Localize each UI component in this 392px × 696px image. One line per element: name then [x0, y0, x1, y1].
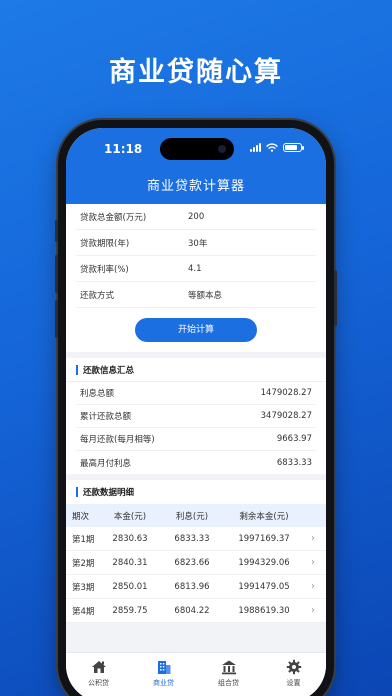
app-screen: 11:18 商业贷款计算器 贷款总金额(万元) 200 贷款期限(年) 30年 … — [66, 128, 326, 696]
form-label: 贷款总金额(万元) — [80, 212, 147, 223]
table-row[interactable]: 第2期 2840.31 6823.66 1994329.06 › — [66, 551, 326, 575]
form-row-method[interactable]: 还款方式 等额本息 — [76, 282, 316, 308]
table-row[interactable]: 第4期 2859.75 6804.22 1988619.30 › — [66, 599, 326, 623]
chevron-right-icon[interactable]: › — [304, 581, 322, 592]
rate-input[interactable]: 4.1 — [188, 264, 316, 274]
app-title: 商业贷款计算器 — [146, 179, 245, 194]
start-calc-button[interactable]: 开始计算 — [135, 318, 257, 342]
details-title: 还款数据明细 — [83, 488, 135, 498]
form-row-term[interactable]: 贷款期限(年) 30年 — [76, 230, 316, 256]
method-select[interactable]: 等额本息 — [188, 289, 316, 301]
battery-icon — [283, 143, 304, 152]
app-header: 11:18 商业贷款计算器 — [66, 128, 326, 204]
amount-input[interactable]: 200 — [188, 212, 316, 222]
tab-settings[interactable]: 设置 — [261, 659, 326, 696]
form-label: 还款方式 — [80, 290, 115, 301]
status-bar: 11:18 — [66, 138, 326, 162]
loan-form: 贷款总金额(万元) 200 贷款期限(年) 30年 贷款利率(%) 4.1 还款… — [66, 204, 326, 352]
table-header: 期次 本金(元) 利息(元) 剩余本金(元) — [66, 504, 326, 527]
tab-combined-loan[interactable]: 组合贷 — [196, 659, 261, 696]
gear-icon — [286, 659, 301, 675]
term-select[interactable]: 30年 — [188, 237, 316, 249]
table-row[interactable]: 第1期 2830.63 6833.33 1997169.37 › — [66, 527, 326, 551]
wifi-icon — [266, 143, 278, 152]
signal-icon — [250, 143, 261, 152]
form-label: 贷款期限(年) — [80, 238, 130, 249]
dynamic-island — [160, 138, 234, 160]
hero-title: 商业贷随心算 — [109, 57, 283, 88]
status-time: 11:18 — [104, 142, 143, 156]
chevron-right-icon[interactable]: › — [304, 605, 322, 616]
tab-bar: 公积贷 商业贷 组合贷 设置 — [66, 652, 326, 696]
summary-row: 累计还款总额 3479028.27 — [76, 405, 316, 428]
summary-title: 还款信息汇总 — [83, 365, 135, 376]
summary-section: 还款信息汇总 利息总额 1479028.27 累计还款总额 3479028.27… — [66, 358, 326, 474]
form-row-amount[interactable]: 贷款总金额(万元) 200 — [76, 204, 316, 230]
chevron-right-icon[interactable]: › — [304, 557, 322, 568]
table-row[interactable]: 第3期 2850.01 6813.96 1991479.05 › — [66, 575, 326, 599]
summary-row: 每月还款(每月相等) 9663.97 — [76, 428, 316, 451]
bank-icon — [221, 660, 236, 675]
chevron-right-icon[interactable]: › — [304, 533, 322, 544]
house-icon — [91, 661, 106, 673]
phone-frame: 11:18 商业贷款计算器 贷款总金额(万元) 200 贷款期限(年) 30年 … — [55, 120, 337, 696]
summary-row: 利息总额 1479028.27 — [76, 382, 316, 405]
tab-provident-loan[interactable]: 公积贷 — [66, 659, 131, 696]
details-section: 还款数据明细 期次 本金(元) 利息(元) 剩余本金(元) 第1期 2830.6… — [66, 480, 326, 623]
tab-commercial-loan[interactable]: 商业贷 — [131, 659, 196, 696]
form-label: 贷款利率(%) — [80, 264, 129, 275]
building-icon — [157, 661, 170, 674]
form-row-rate[interactable]: 贷款利率(%) 4.1 — [76, 256, 316, 282]
summary-row: 最高月付利息 6833.33 — [80, 457, 312, 469]
